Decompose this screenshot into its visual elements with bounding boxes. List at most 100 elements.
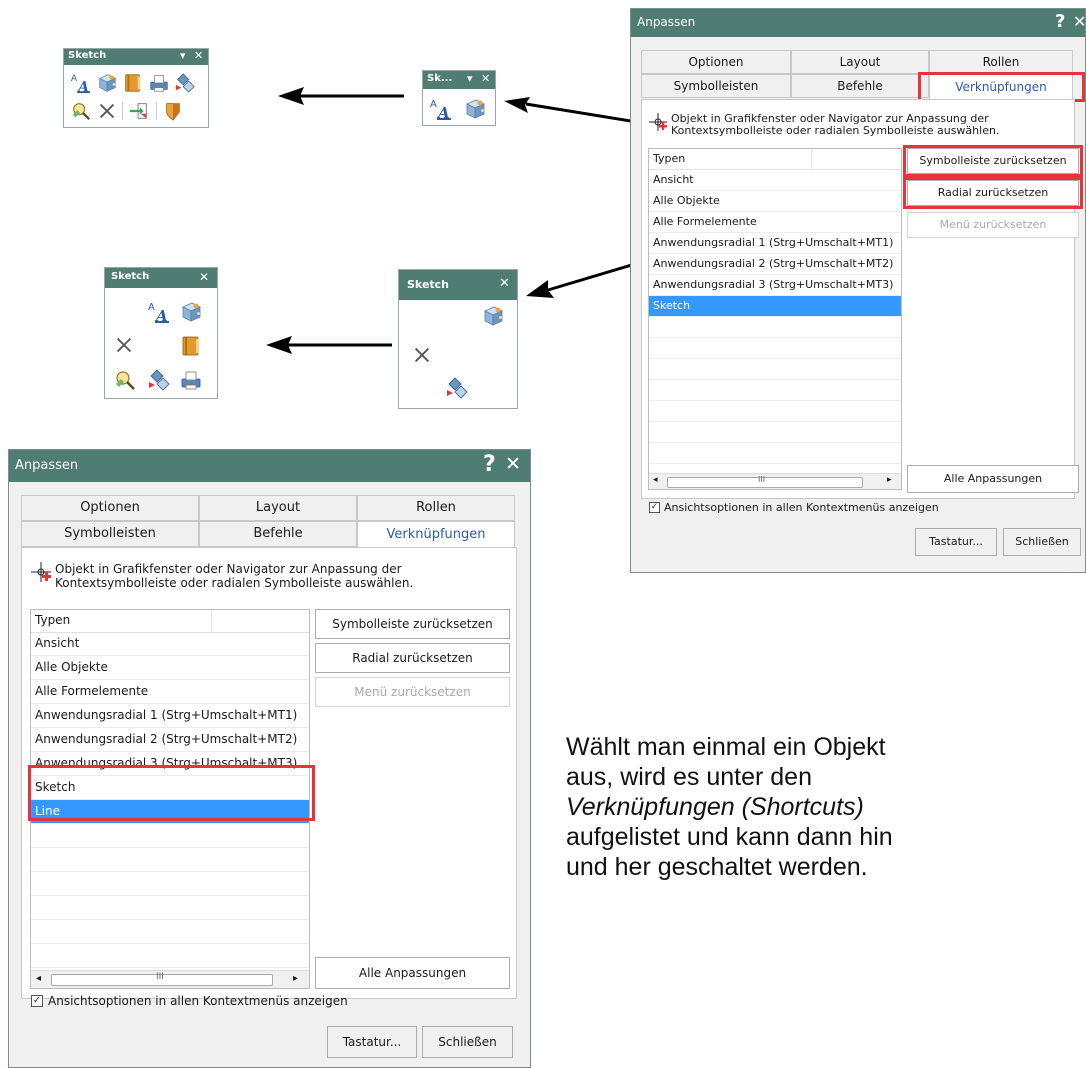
- help-icon[interactable]: ?: [1055, 11, 1065, 32]
- text-style-icon[interactable]: [429, 97, 453, 121]
- tab-layout[interactable]: Layout: [791, 50, 929, 74]
- close-icon[interactable]: ✕: [481, 72, 490, 85]
- delete-x-icon[interactable]: [113, 334, 135, 356]
- printer-icon[interactable]: [148, 72, 170, 94]
- dialog-title-bar[interactable]: Anpassen ? ✕: [631, 9, 1086, 37]
- close-icon[interactable]: ✕: [499, 276, 510, 291]
- tab-rollen[interactable]: Rollen: [929, 50, 1073, 74]
- tab-symbolleisten[interactable]: Symbolleisten: [641, 74, 791, 98]
- context-menu-option[interactable]: ✓ Ansichtsoptionen in allen Kontextmenüs…: [31, 994, 348, 1008]
- reset-radial-button[interactable]: Radial zurücksetzen: [315, 643, 510, 673]
- magnifier-icon[interactable]: [113, 368, 137, 392]
- tab-befehle[interactable]: Befehle: [791, 74, 929, 98]
- list-item[interactable]: Anwendungsradial 2 (Strg+Umschalt+MT2): [649, 254, 901, 275]
- crosshair-select-icon: [31, 562, 51, 582]
- delete-x-icon[interactable]: [411, 344, 433, 366]
- close-icon[interactable]: ✕: [505, 453, 521, 475]
- tab-row-1: Optionen Layout Rollen: [641, 50, 1073, 74]
- diamond-arrows-icon[interactable]: [174, 72, 196, 94]
- sketch-box-icon[interactable]: [463, 97, 487, 121]
- checkbox-checked[interactable]: ✓: [649, 502, 660, 513]
- sketch-box-icon[interactable]: [481, 304, 505, 328]
- tab-verknuepfungen[interactable]: Verknüpfungen: [357, 521, 515, 549]
- list-item[interactable]: Alle Formelemente: [649, 212, 901, 233]
- reset-menu-button[interactable]: Menü zurücksetzen: [907, 212, 1079, 238]
- book-icon[interactable]: [122, 72, 144, 94]
- sketch-box-icon[interactable]: [96, 72, 118, 94]
- list-item[interactable]: Anwendungsradial 3 (Strg+Umschalt+MT3): [649, 275, 901, 296]
- list-item[interactable]: Alle Objekte: [649, 191, 901, 212]
- close-button[interactable]: Schließen: [1003, 528, 1081, 556]
- tab-layout[interactable]: Layout: [199, 495, 357, 521]
- toolbar-title-bar[interactable]: Sketch ✕: [105, 268, 217, 288]
- column-label: Typen: [35, 613, 71, 627]
- scroll-thumb[interactable]: III: [51, 972, 273, 986]
- toolbar-title-bar[interactable]: Sketch ✕: [399, 270, 517, 300]
- scroll-left-icon[interactable]: ◂: [36, 973, 41, 984]
- toolbar-title: Sk...: [427, 73, 453, 84]
- info-text: Objekt in Grafikfenster oder Navigator z…: [55, 562, 413, 590]
- printer-icon[interactable]: [179, 368, 203, 392]
- tab-optionen[interactable]: Optionen: [21, 495, 199, 521]
- scroll-right-icon[interactable]: ▸: [293, 973, 298, 984]
- horizontal-scrollbar[interactable]: ◂ III ▸: [31, 970, 309, 988]
- delete-x-icon[interactable]: [96, 100, 118, 122]
- context-menu-option[interactable]: ✓ Ansichtsoptionen in allen Kontextmenüs…: [649, 501, 939, 514]
- scroll-grip: III: [156, 972, 164, 982]
- tab-row-2: Symbolleisten Befehle Verknüpfungen: [21, 521, 515, 549]
- horizontal-scrollbar[interactable]: ◂ III ▸: [649, 473, 901, 489]
- toolbar-title-bar[interactable]: Sk... ▾ ✕: [423, 71, 495, 89]
- text-style-icon[interactable]: [147, 300, 171, 324]
- toolbar-title-bar[interactable]: Sketch ▾ ✕: [64, 49, 208, 65]
- types-list[interactable]: Typen Ansicht Alle Objekte Alle Formelem…: [648, 148, 902, 490]
- close-icon[interactable]: ✕: [199, 270, 209, 284]
- shield-icon[interactable]: [162, 100, 184, 122]
- close-button[interactable]: Schließen: [422, 1026, 513, 1058]
- all-customizations-button[interactable]: Alle Anpassungen: [907, 465, 1079, 493]
- help-icon[interactable]: ?: [483, 452, 496, 477]
- dropdown-icon[interactable]: ▾: [467, 72, 473, 85]
- tab-befehle[interactable]: Befehle: [199, 521, 357, 547]
- reset-toolbar-button[interactable]: Symbolleiste zurücksetzen: [315, 609, 510, 639]
- column-label: Typen: [653, 152, 686, 165]
- list-item[interactable]: Ansicht: [31, 632, 309, 656]
- list-header[interactable]: Typen: [31, 610, 309, 633]
- export-icon[interactable]: [128, 100, 150, 122]
- diamond-arrows-icon[interactable]: [445, 376, 469, 400]
- scroll-left-icon[interactable]: ◂: [653, 475, 658, 485]
- scroll-right-icon[interactable]: ▸: [887, 475, 892, 485]
- column-typen[interactable]: Typen: [649, 149, 812, 169]
- list-item[interactable]: Alle Objekte: [31, 656, 309, 680]
- column-typen[interactable]: Typen: [31, 610, 212, 632]
- info-text: Objekt in Grafikfenster oder Navigator z…: [671, 113, 999, 137]
- list-item[interactable]: Anwendungsradial 1 (Strg+Umschalt+MT1): [649, 233, 901, 254]
- diamond-arrows-icon[interactable]: [147, 368, 171, 392]
- reset-menu-button[interactable]: Menü zurücksetzen: [315, 677, 510, 707]
- close-icon[interactable]: ✕: [1073, 12, 1086, 31]
- list-item-empty: [31, 920, 309, 944]
- list-item[interactable]: Anwendungsradial 1 (Strg+Umschalt+MT1): [31, 704, 309, 728]
- magnifier-icon[interactable]: [70, 100, 92, 122]
- tab-symbolleisten[interactable]: Symbolleisten: [21, 521, 199, 547]
- list-item[interactable]: Anwendungsradial 2 (Strg+Umschalt+MT2): [31, 728, 309, 752]
- dropdown-icon[interactable]: ▾: [180, 49, 186, 62]
- scroll-thumb[interactable]: III: [667, 475, 863, 488]
- book-icon[interactable]: [179, 334, 203, 358]
- list-item[interactable]: Alle Formelemente: [31, 680, 309, 704]
- keyboard-button[interactable]: Tastatur...: [915, 528, 997, 556]
- checkbox-checked[interactable]: ✓: [31, 995, 43, 1007]
- list-item-empty: [649, 359, 901, 380]
- highlight-reset-toolbar: [903, 145, 1083, 177]
- all-customizations-button[interactable]: Alle Anpassungen: [315, 957, 510, 989]
- sketch-box-icon[interactable]: [179, 300, 203, 324]
- list-item-selected[interactable]: Sketch: [649, 296, 901, 317]
- keyboard-button[interactable]: Tastatur...: [327, 1026, 417, 1058]
- list-item[interactable]: Ansicht: [649, 170, 901, 191]
- tab-optionen[interactable]: Optionen: [641, 50, 791, 74]
- tab-rollen[interactable]: Rollen: [357, 495, 515, 521]
- dialog-title-bar[interactable]: Anpassen ? ✕: [9, 450, 530, 482]
- text-style-icon[interactable]: [70, 72, 92, 94]
- close-icon[interactable]: ✕: [194, 49, 203, 62]
- list-header[interactable]: Typen: [649, 149, 901, 170]
- description-line: Wählt man einmal ein Objekt: [566, 733, 886, 761]
